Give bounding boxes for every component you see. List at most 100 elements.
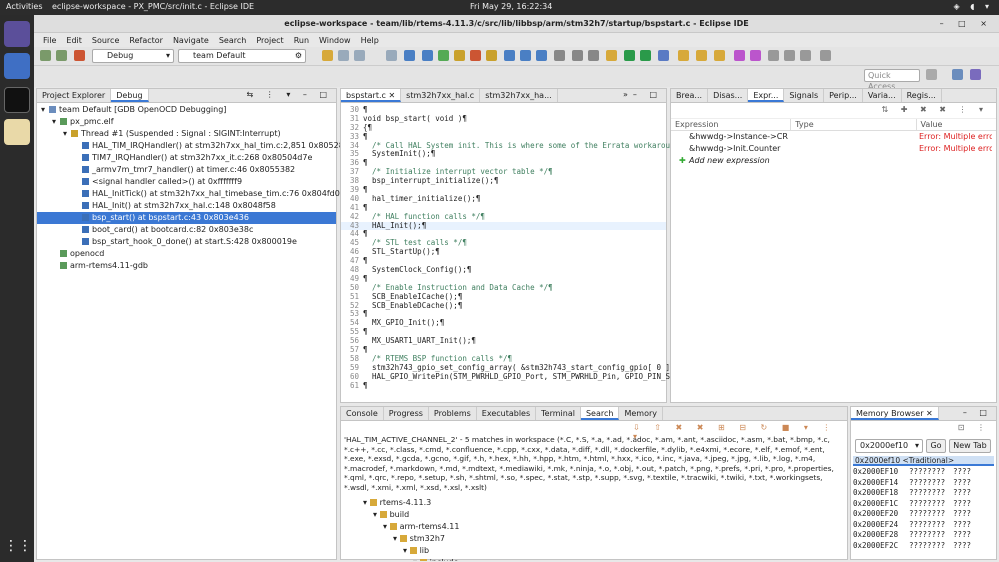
debug-tree-row[interactable]: arm-rtems4.11-gdb xyxy=(37,260,336,272)
open-type-icon[interactable] xyxy=(678,50,689,61)
notes-app-icon[interactable] xyxy=(4,119,30,145)
quick-access-field[interactable]: Quick Access xyxy=(864,69,920,91)
tab-executables[interactable]: Executables xyxy=(477,407,537,420)
search-result-row[interactable]: ▾ rtems-4.11.3 xyxy=(363,497,847,509)
app-menu[interactable]: eclipse-workspace - PX_PMC/src/init.c - … xyxy=(52,2,254,11)
tab-progress[interactable]: Progress xyxy=(384,407,429,420)
step-into-icon[interactable] xyxy=(504,50,515,61)
expand-arrow-icon[interactable]: ▾ xyxy=(41,104,49,116)
menu-edit[interactable]: Edit xyxy=(61,36,87,45)
editor-view-controls[interactable]: »– □ xyxy=(623,90,662,99)
menu-window[interactable]: Window xyxy=(314,36,356,45)
editor-app-icon[interactable] xyxy=(4,53,30,79)
search-result-row[interactable]: ▾ build xyxy=(363,509,847,521)
tab-stm32h7xx-hal-c[interactable]: stm32h7xx_hal.c xyxy=(401,89,481,102)
resume-icon[interactable] xyxy=(438,50,449,61)
memory-row[interactable]: 0x2000EF20???????????? xyxy=(853,509,996,520)
maximize-icon[interactable] xyxy=(820,50,831,61)
search-result-row[interactable]: ▾ lib xyxy=(363,545,847,557)
go-button[interactable]: Go xyxy=(926,439,946,453)
search-result-row[interactable]: ▾ include xyxy=(363,557,847,561)
code-line[interactable]: 31 void bsp_start( void )¶ xyxy=(341,114,666,124)
menu-search[interactable]: Search xyxy=(214,36,251,45)
toggle-icon[interactable] xyxy=(588,50,599,61)
col-expression[interactable]: Expression xyxy=(671,119,790,130)
search-result-row[interactable]: ▾ arm-rtems4.11 xyxy=(363,521,847,533)
annotation-prev-icon[interactable] xyxy=(734,50,745,61)
code-line[interactable]: 35 SystemInit();¶ xyxy=(341,150,666,159)
step-return-icon[interactable] xyxy=(536,50,547,61)
tab-disassembly[interactable]: Disas... xyxy=(708,89,749,102)
menu-navigate[interactable]: Navigate xyxy=(168,36,214,45)
launch-mode-select[interactable]: Debug ▾ xyxy=(92,49,174,63)
build-icon[interactable] xyxy=(40,50,51,61)
menu-refactor[interactable]: Refactor xyxy=(124,36,168,45)
save-icon[interactable] xyxy=(338,50,349,61)
memory-view-controls[interactable]: – □ xyxy=(963,408,992,417)
new-icon[interactable] xyxy=(322,50,333,61)
debug-tree-row[interactable]: HAL_Init() at stm32h7xx_hal.c:148 0x8048… xyxy=(37,200,336,212)
debug-tree-row[interactable]: HAL_InitTick() at stm32h7xx_hal_timebase… xyxy=(37,188,345,200)
code-line[interactable]: 56 MX_USART1_UART_Init();¶ xyxy=(341,336,666,346)
back-icon[interactable] xyxy=(784,50,795,61)
disconnect-icon[interactable] xyxy=(486,50,497,61)
expression-row[interactable]: &hwwdg->Init.Counter Error: Multiple erro xyxy=(671,143,996,155)
code-line[interactable]: 38 bsp_interrupt_initialize();¶ xyxy=(341,176,666,186)
debug-perspective-icon[interactable] xyxy=(952,69,963,80)
tab-debug[interactable]: Debug xyxy=(111,89,149,102)
expand-arrow-icon[interactable]: ▾ xyxy=(52,116,60,128)
tab-terminal[interactable]: Terminal xyxy=(536,407,581,420)
tab-memory-browser[interactable]: Memory Browser ✕ xyxy=(851,407,939,420)
tab-console[interactable]: Console xyxy=(341,407,384,420)
code-line[interactable]: 52 SCB_EnableDCache();¶ xyxy=(341,301,666,311)
code-line[interactable]: 32 {¶ xyxy=(341,123,666,133)
memory-row[interactable]: 0x2000EF18???????????? xyxy=(853,488,996,499)
debug-tree-row[interactable]: openocd xyxy=(37,248,336,260)
debug-tree-row[interactable]: ▾ team Default [GDB OpenOCD Debugging] xyxy=(37,104,336,116)
tab-search[interactable]: Search xyxy=(580,407,620,420)
add-new-expression-row[interactable]: ✚ Add new expression xyxy=(671,155,996,167)
code-line[interactable]: 48 SystemClock_Config();¶ xyxy=(341,265,666,275)
new-tab-button[interactable]: New Tab xyxy=(949,439,991,453)
debug-tree-row[interactable]: bsp_start_hook_0_done() at start.S:428 0… xyxy=(37,236,336,248)
expand-arrow-icon[interactable]: ▾ xyxy=(63,128,71,140)
launch-config-select[interactable]: team Default ⚙ xyxy=(178,49,306,63)
forward-icon[interactable] xyxy=(800,50,811,61)
menu-run[interactable]: Run xyxy=(289,36,314,45)
skip-breakpoints-icon[interactable] xyxy=(422,50,433,61)
search-icon[interactable] xyxy=(714,50,725,61)
menu-help[interactable]: Help xyxy=(356,36,384,45)
terminate-icon[interactable] xyxy=(470,50,481,61)
debug-tree-row[interactable]: TIM7_IRQHandler() at stm32h7xx_it.c:268 … xyxy=(37,152,336,164)
tab-signals[interactable]: Signals xyxy=(784,89,825,102)
cpp-perspective-icon[interactable] xyxy=(970,69,981,80)
open-perspective-icon[interactable] xyxy=(926,69,937,80)
system-tray[interactable]: ◈ ◖ ▾ xyxy=(954,2,993,11)
memory-row[interactable]: 0x2000EF24???????????? xyxy=(853,520,996,531)
open-task-icon[interactable] xyxy=(696,50,707,61)
tab-stm32h7xx-ha[interactable]: stm32h7xx_ha... xyxy=(480,89,558,102)
external-tools-icon[interactable] xyxy=(658,50,669,61)
open-folder-icon[interactable] xyxy=(606,50,617,61)
debug-tree-row[interactable]: ▾ px_pmc.elf xyxy=(37,116,336,128)
tab-bspstart-c[interactable]: bspstart.c ✕ xyxy=(341,89,402,102)
clock[interactable]: Fri May 29, 16:22:34 xyxy=(470,2,552,11)
build-all-icon[interactable] xyxy=(56,50,67,61)
tab-breakpoints[interactable]: Brea... xyxy=(671,89,709,102)
debug-tree-row[interactable]: <signal handler called>() at 0xfffffff9 xyxy=(37,176,336,188)
save-all-icon[interactable] xyxy=(354,50,365,61)
code-line[interactable]: 46 STL_StartUp();¶ xyxy=(341,247,666,257)
code-line-current[interactable]: 43 HAL_Init();¶ xyxy=(341,221,666,231)
code-line[interactable]: 60 HAL_GPIO_WritePin(STM_PWRHLD_GPIO_Por… xyxy=(341,372,688,382)
code-line[interactable]: 40 hal_timer_initialize();¶ xyxy=(341,194,666,204)
gear-icon[interactable]: ⚙ xyxy=(295,50,302,62)
address-input[interactable]: 0x2000ef10 ▾ xyxy=(855,439,923,453)
instruction-stepping-icon[interactable] xyxy=(554,50,565,61)
menu-source[interactable]: Source xyxy=(87,36,124,45)
terminal-app-icon[interactable] xyxy=(4,87,30,113)
memory-actions[interactable]: ⊡ ⋮ xyxy=(958,423,990,432)
run-dropdown-icon[interactable] xyxy=(640,50,651,61)
debug-tree-row[interactable]: HAL_TIM_IRQHandler() at stm32h7xx_hal_ti… xyxy=(37,140,354,152)
expression-row[interactable]: &hwwdg->Instance->CR Error: Multiple erro xyxy=(671,131,996,143)
code-line[interactable]: 54 MX_GPIO_Init();¶ xyxy=(341,318,666,328)
